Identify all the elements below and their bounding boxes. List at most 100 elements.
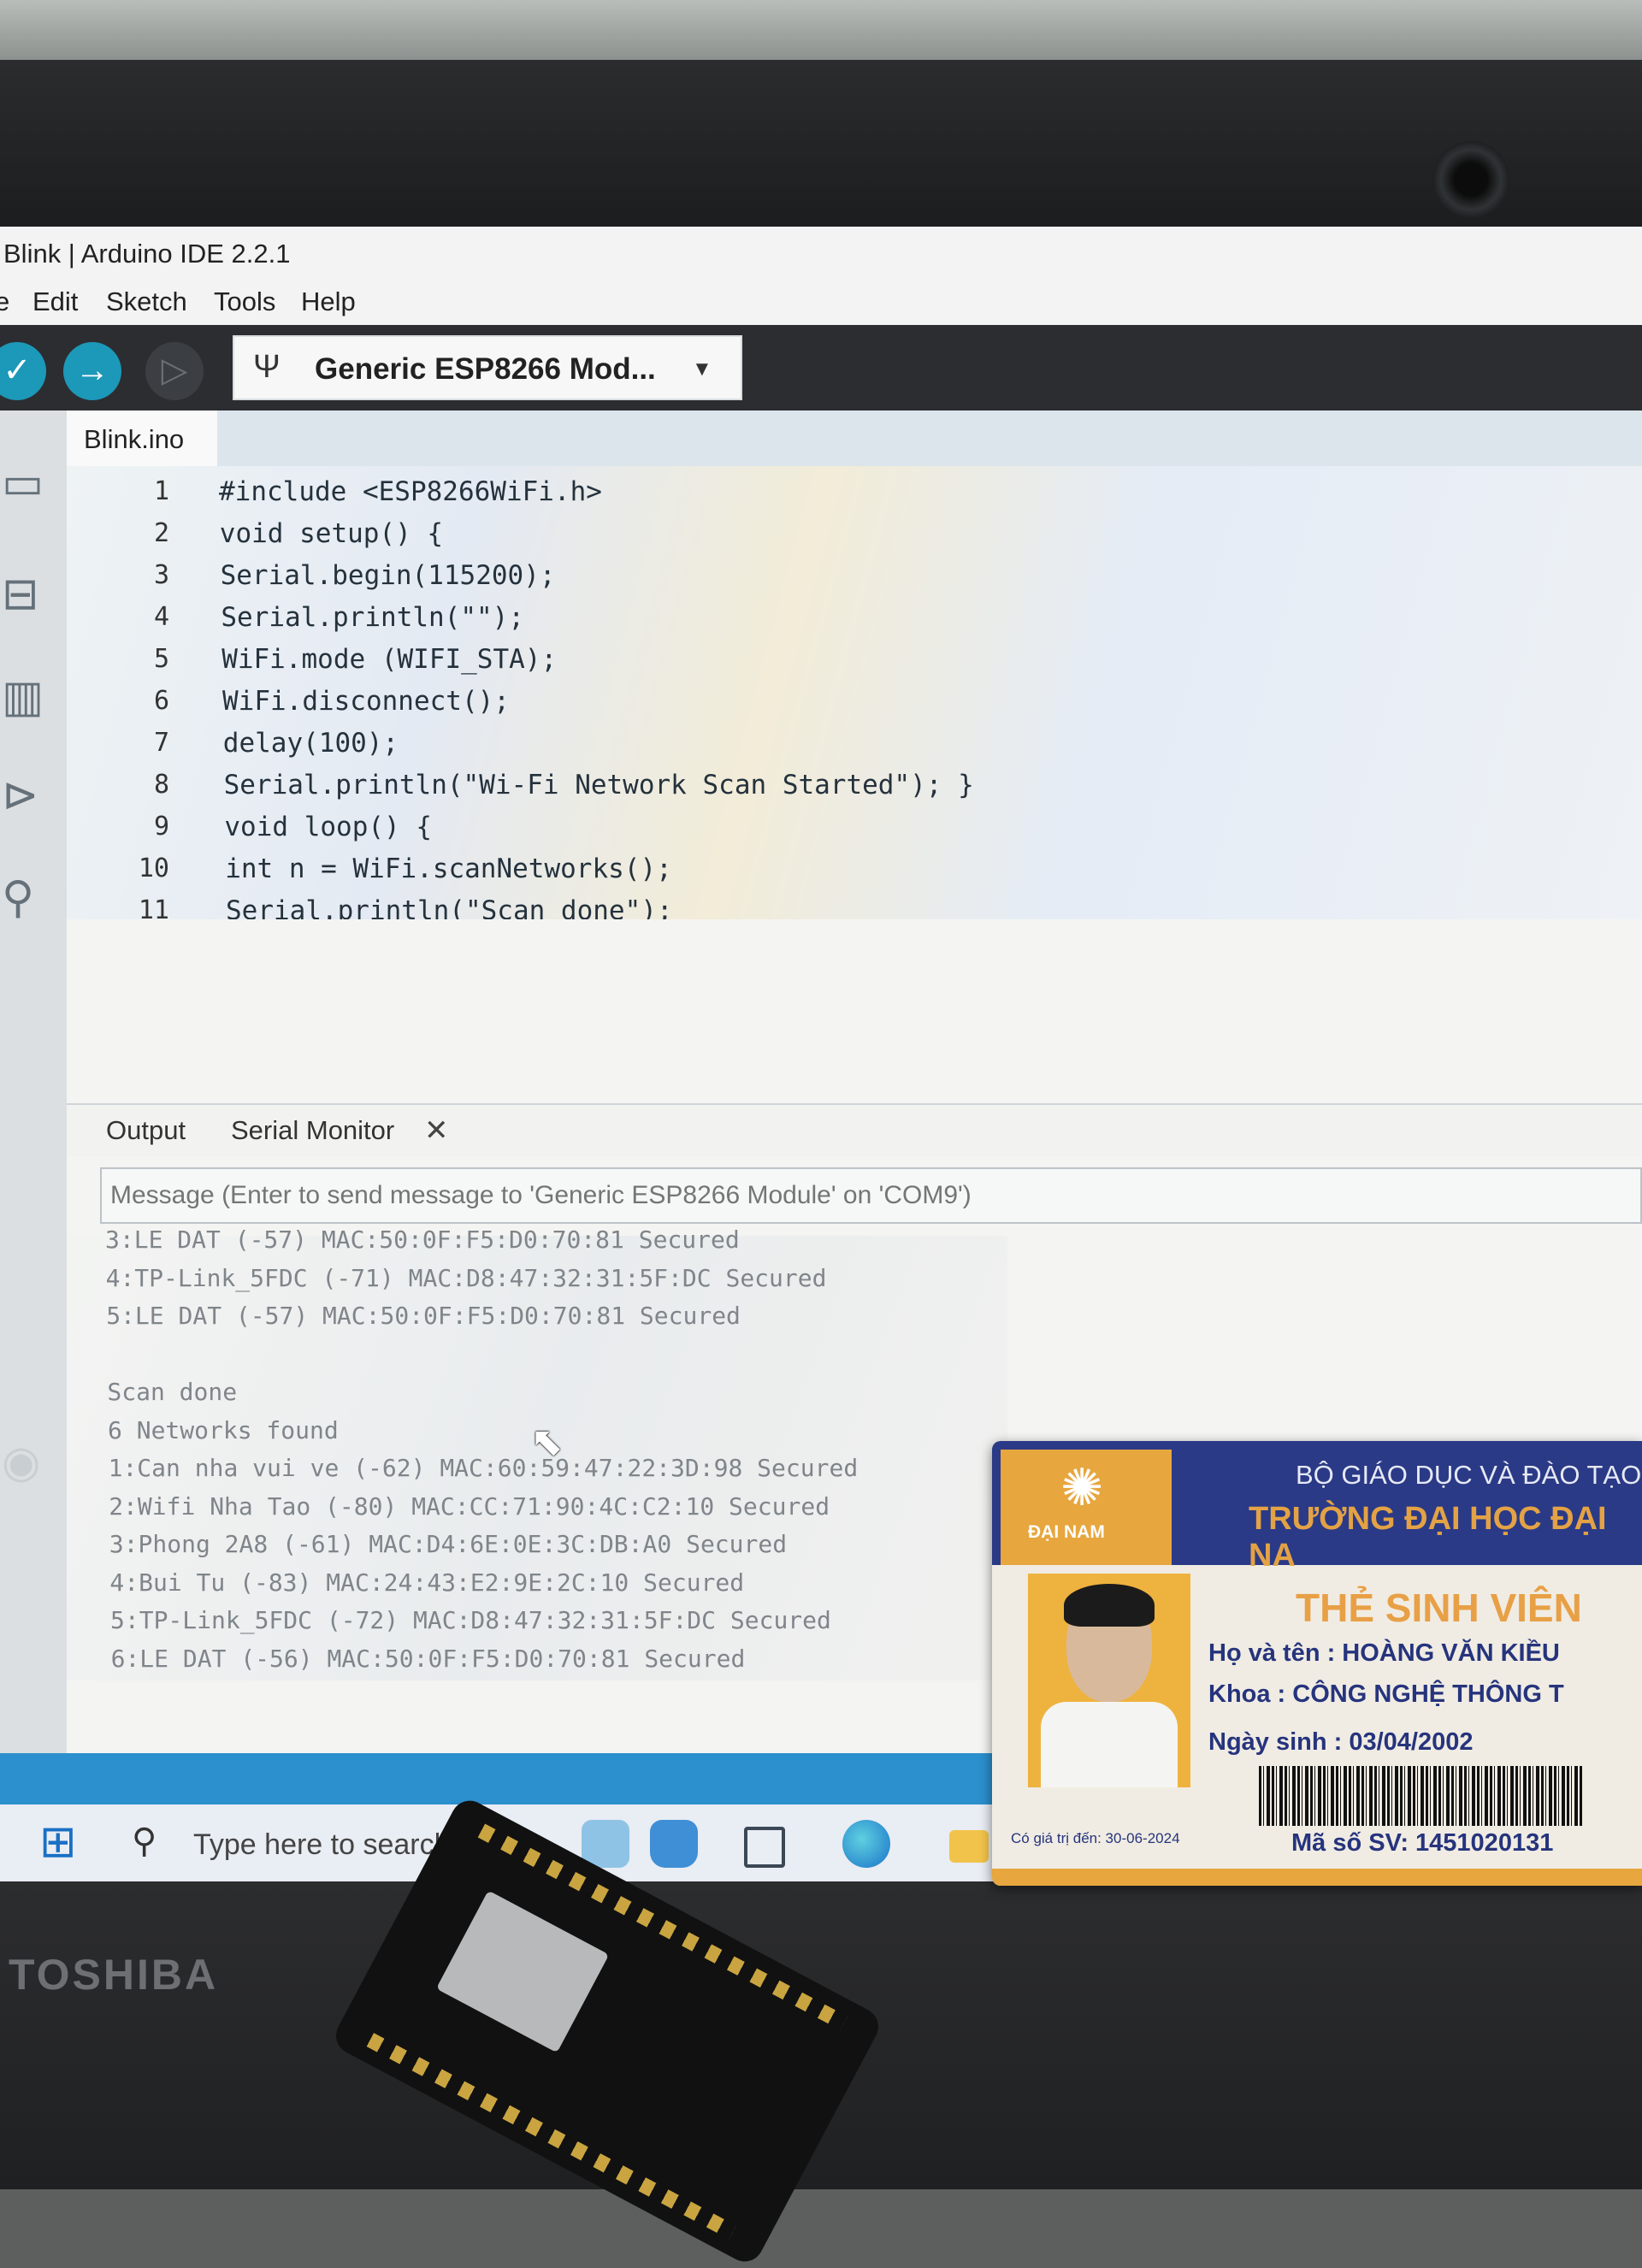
search-icon[interactable]: ⚲ <box>2 872 53 924</box>
copilot-icon[interactable] <box>650 1820 698 1868</box>
toolbar: ✓ → ▷ Ψ Generic ESP8266 Mod... ▼ <box>0 325 1642 410</box>
serial-line: 4:Bui Tu (-83) MAC:24:43:E2:9E:2C:10 Sec… <box>109 1568 745 1597</box>
search-placeholder: Type here to search <box>193 1828 451 1861</box>
student-faculty: Khoa : CÔNG NGHỆ THÔNG T <box>1208 1680 1564 1708</box>
code-text: delay(100); <box>222 728 399 759</box>
line-number: 9 <box>153 812 169 842</box>
verify-button[interactable]: ✓ <box>0 342 46 400</box>
library-icon[interactable]: ▥ <box>2 671 53 723</box>
valid-until: Có giá trị đến: 30-06-2024 <box>1011 1830 1180 1846</box>
tab-label: Blink.ino <box>84 424 185 454</box>
board-selector[interactable]: Ψ Generic ESP8266 Mod... ▼ <box>233 335 742 400</box>
photo-shirt <box>1041 1702 1178 1787</box>
wifi-module <box>435 1890 610 2053</box>
tab-blink[interactable]: Blink.ino <box>67 410 217 466</box>
code-text: #include <ESP8266WiFi.h> <box>219 476 602 507</box>
card-footer <box>992 1869 1642 1886</box>
serial-line: 3:Phong 2A8 (-61) MAC:D4:6E:0E:3C:DB:A0 … <box>109 1530 788 1558</box>
line-number: 10 <box>138 853 169 883</box>
account-icon[interactable]: ◉ <box>2 1437 53 1488</box>
serial-message-input[interactable] <box>100 1167 1642 1224</box>
line-number: 2 <box>153 518 169 548</box>
check-icon: ✓ <box>3 351 32 389</box>
logo-text: ĐẠI NAM <box>1028 1522 1105 1542</box>
editor-tabs: Blink.ino <box>67 410 1642 466</box>
windows-start-icon[interactable]: ⊞ <box>39 1820 77 1864</box>
photo-hair <box>1064 1584 1155 1627</box>
line-number: 7 <box>153 728 169 758</box>
code-editor[interactable]: 1 #include <ESP8266WiFi.h> 2 void setup() {… <box>67 466 1642 919</box>
debug-button[interactable]: ▷ <box>145 342 204 400</box>
card-header: ✺ ĐẠI NAM BỘ GIÁO DỤC VÀ ĐÀO TẠO TRƯỜNG … <box>992 1441 1642 1574</box>
folder-icon[interactable]: ▭ <box>2 458 53 509</box>
sun-logo-icon: ✺ <box>1060 1459 1104 1516</box>
student-photo <box>1028 1574 1190 1787</box>
line-number: 4 <box>153 602 169 632</box>
mouse-cursor-icon: ⬉ <box>530 1419 564 1463</box>
ministry-name: BỘ GIÁO DỤC VÀ ĐÀO TẠO <box>1296 1460 1642 1490</box>
student-dob: Ngày sinh : 03/04/2002 <box>1208 1728 1474 1756</box>
line-number: 5 <box>153 644 169 674</box>
student-id: Mã số SV: 1451020131 <box>1291 1829 1554 1857</box>
serial-line: 1:Can nha vui ve (-62) MAC:60:59:47:22:3… <box>108 1454 859 1482</box>
serial-line: 5:TP-Link_5FDC (-72) MAC:D8:47:32:31:5F:… <box>110 1606 831 1634</box>
debug-icon[interactable]: ⊳ <box>2 770 53 821</box>
board-name: Generic ESP8266 Mod... <box>315 352 656 386</box>
code-text: int n = WiFi.scanNetworks(); <box>225 853 672 884</box>
serial-line: 2:Wifi Nha Tao (-80) MAC:CC:71:90:4C:C2:… <box>109 1491 830 1521</box>
widgets-icon[interactable] <box>582 1820 629 1868</box>
menu-help[interactable]: Help <box>301 286 356 317</box>
chevron-down-icon: ▼ <box>692 357 712 381</box>
student-name: Họ và tên : HOÀNG VĂN KIỀU <box>1208 1639 1560 1667</box>
menu-bar: e Edit Sketch Tools Help <box>0 278 1642 325</box>
debug-icon: ▷ <box>161 351 188 389</box>
serial-line: 6 Networks found <box>108 1415 339 1444</box>
folder-icon[interactable] <box>949 1830 989 1863</box>
card-type: THẺ SINH VIÊN <box>1296 1586 1582 1630</box>
menu-tools[interactable]: Tools <box>214 286 275 317</box>
line-number: 8 <box>153 770 169 800</box>
menu-edit[interactable]: Edit <box>32 286 78 317</box>
background-wall <box>0 0 1642 60</box>
code-text: Serial.begin(115200); <box>220 560 556 591</box>
tab-output[interactable]: Output <box>106 1115 186 1146</box>
serial-line: 5:LE DAT (-57) MAC:50:0F:F5:D0:70:81 Sec… <box>106 1302 741 1330</box>
tab-serial-monitor[interactable]: Serial Monitor <box>231 1115 394 1146</box>
webcam <box>1432 141 1509 218</box>
laptop-brand: TOSHIBA <box>9 1951 219 1999</box>
bottom-panel-tabs: Output Serial Monitor ✕ <box>67 1103 1642 1156</box>
university-name: TRƯỜNG ĐẠI HỌC ĐẠI NA <box>1249 1501 1607 1574</box>
code-text: void setup() { <box>219 518 444 549</box>
boards-icon[interactable]: ⊟ <box>2 569 53 620</box>
upload-button[interactable]: → <box>63 342 121 400</box>
menu-sketch[interactable]: Sketch <box>106 286 187 317</box>
usb-icon: Ψ <box>253 349 281 385</box>
code-text: WiFi.mode (WIFI_STA); <box>221 644 558 675</box>
line-number: 1 <box>153 476 169 506</box>
barcode <box>1259 1766 1584 1826</box>
line-number: 3 <box>153 560 169 590</box>
close-icon[interactable]: ✕ <box>424 1113 449 1148</box>
code-text: void loop() { <box>224 812 433 842</box>
serial-line: 4:TP-Link_5FDC (-71) MAC:D8:47:32:31:5F:… <box>105 1263 827 1292</box>
edge-icon[interactable] <box>842 1820 890 1868</box>
code-text: Serial.println("Scan done"); <box>226 895 673 919</box>
laptop-top-bezel <box>0 60 1642 227</box>
student-id-card: ✺ ĐẠI NAM BỘ GIÁO DỤC VÀ ĐÀO TẠO TRƯỜNG … <box>992 1441 1642 1886</box>
university-logo: ✺ ĐẠI NAM <box>1001 1450 1172 1565</box>
title-bar: Blink | Arduino IDE 2.2.1 <box>0 227 1642 278</box>
sidebar: ▭ ⊟ ▥ ⊳ ⚲ ◉ <box>0 410 67 1753</box>
menu-file[interactable]: e <box>0 286 9 317</box>
code-text: Serial.println(""); <box>221 602 524 633</box>
search-icon: ⚲ <box>132 1822 157 1860</box>
serial-line: 6:LE DAT (-56) MAC:50:0F:F5:D0:70:81 Sec… <box>110 1644 746 1673</box>
code-text: WiFi.disconnect(); <box>222 686 510 717</box>
serial-line: 3:LE DAT (-57) MAC:50:0F:F5:D0:70:81 Sec… <box>105 1226 740 1254</box>
window-title: Blink | Arduino IDE 2.2.1 <box>3 239 291 269</box>
code-text: Serial.println("Wi-Fi Network Scan Start… <box>223 770 974 800</box>
task-view-icon[interactable] <box>744 1827 785 1868</box>
arrow-right-icon: → <box>75 351 109 389</box>
serial-line: Scan done <box>107 1378 238 1406</box>
line-number: 11 <box>138 895 169 919</box>
line-number: 6 <box>153 686 169 716</box>
